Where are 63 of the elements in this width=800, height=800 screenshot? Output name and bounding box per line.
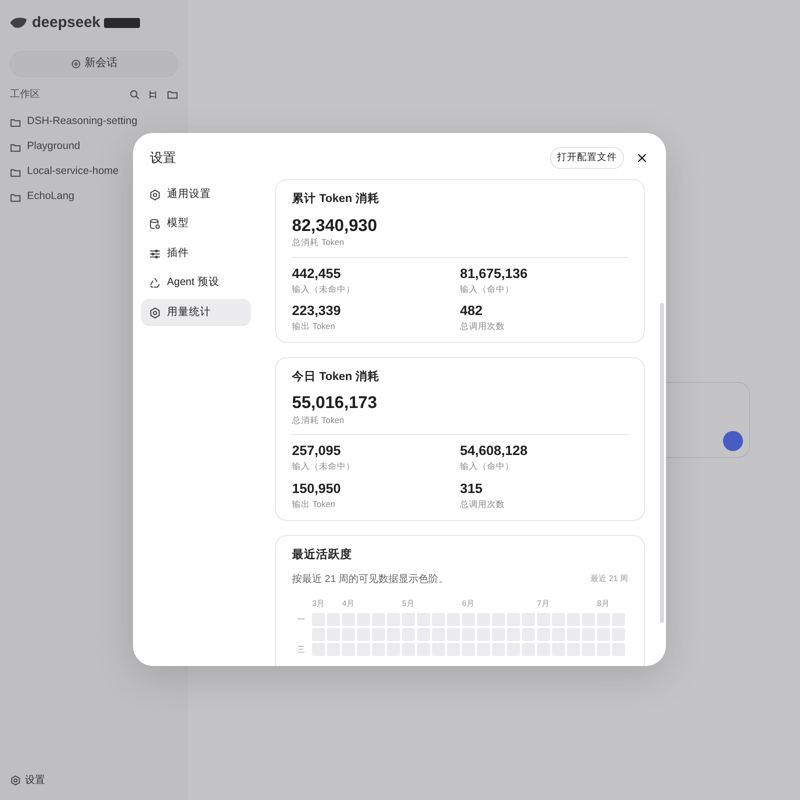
- stat-value: 150,950: [292, 480, 342, 498]
- stat-value: 315: [460, 480, 484, 498]
- card-title: 最近活跃度: [292, 547, 353, 563]
- version-tag: [104, 18, 140, 28]
- send-button[interactable]: [723, 431, 743, 451]
- settings-tab[interactable]: 通用设置: [141, 181, 251, 208]
- search-icon: [129, 88, 140, 100]
- month-label: 4月: [342, 598, 354, 608]
- new-folder-icon: [167, 88, 178, 100]
- plus-circle-icon: [70, 58, 80, 68]
- scrollbar[interactable]: [660, 303, 664, 623]
- month-label: 6月: [462, 598, 474, 608]
- month-label: 7月: [537, 598, 550, 608]
- gear-icon: [149, 188, 161, 201]
- stat-value: 81,675,136: [460, 266, 529, 283]
- month-label: 3月: [312, 598, 324, 608]
- settings-tab[interactable]: 插件: [141, 240, 251, 268]
- stat-label: 总调用次数: [460, 498, 506, 511]
- folder-icon: [10, 142, 21, 152]
- card-title: 今日 Token 消耗: [292, 369, 380, 385]
- dialog-title: 设置: [150, 150, 177, 166]
- settings-tab[interactable]: 模型: [141, 210, 251, 238]
- settings-link[interactable]: 设置: [25, 773, 45, 788]
- stat-value: 257,095: [292, 443, 342, 460]
- stat-value: 482: [460, 303, 484, 320]
- stat-label: 输入（未命中）: [292, 282, 356, 296]
- new-chat-button[interactable]: 新会话: [10, 50, 178, 76]
- total-label: 总消耗 Token: [292, 414, 346, 426]
- settings-tab[interactable]: Agent 预设: [141, 270, 251, 297]
- stat-value: 442,455: [292, 266, 342, 283]
- stat-label: 输出 Token: [292, 498, 336, 511]
- stat-label: 输入（命中）: [460, 282, 515, 296]
- close-icon: [636, 152, 648, 164]
- card-description: 按最近 21 周的可见数据显示色阶。: [292, 572, 449, 587]
- stat-label: 输入（命中）: [460, 460, 515, 473]
- weekday-label: 一: [296, 614, 306, 626]
- folder-icon: [10, 116, 21, 128]
- workspace-label: 工作区: [10, 88, 41, 102]
- total-label: 总消耗 Token: [292, 236, 346, 249]
- folder-icon: [10, 166, 21, 178]
- settings-icon: [10, 775, 21, 786]
- month-label: 5月: [402, 598, 414, 608]
- range-label: 最近 21 周: [590, 573, 628, 586]
- sliders-icon: [149, 248, 161, 260]
- stat-value: 54,608,128: [460, 443, 529, 460]
- stat-value: 223,339: [292, 303, 342, 320]
- logo-text: deepseek: [32, 13, 100, 33]
- tree-icon: [148, 88, 159, 100]
- settings-tab[interactable]: 用量统计: [141, 299, 251, 326]
- total-value: 55,016,173: [292, 393, 378, 414]
- database-icon: [149, 218, 161, 230]
- stat-label: 总调用次数: [460, 320, 506, 333]
- month-label: 8月: [597, 598, 610, 608]
- total-value: 82,340,930: [292, 216, 378, 236]
- folder-icon: [10, 192, 21, 202]
- gear-icon: [149, 306, 161, 319]
- card-title: 累计 Token 消耗: [292, 191, 380, 208]
- open-config-button[interactable]: 打开配置文件: [550, 147, 624, 170]
- folder-item[interactable]: DSH-Reasoning-setting: [10, 110, 178, 134]
- stat-label: 输入（未命中）: [292, 460, 356, 473]
- triangle-arrows-icon: [149, 277, 161, 290]
- stat-label: 输出 Token: [292, 320, 336, 333]
- weekday-label: 三: [296, 644, 306, 656]
